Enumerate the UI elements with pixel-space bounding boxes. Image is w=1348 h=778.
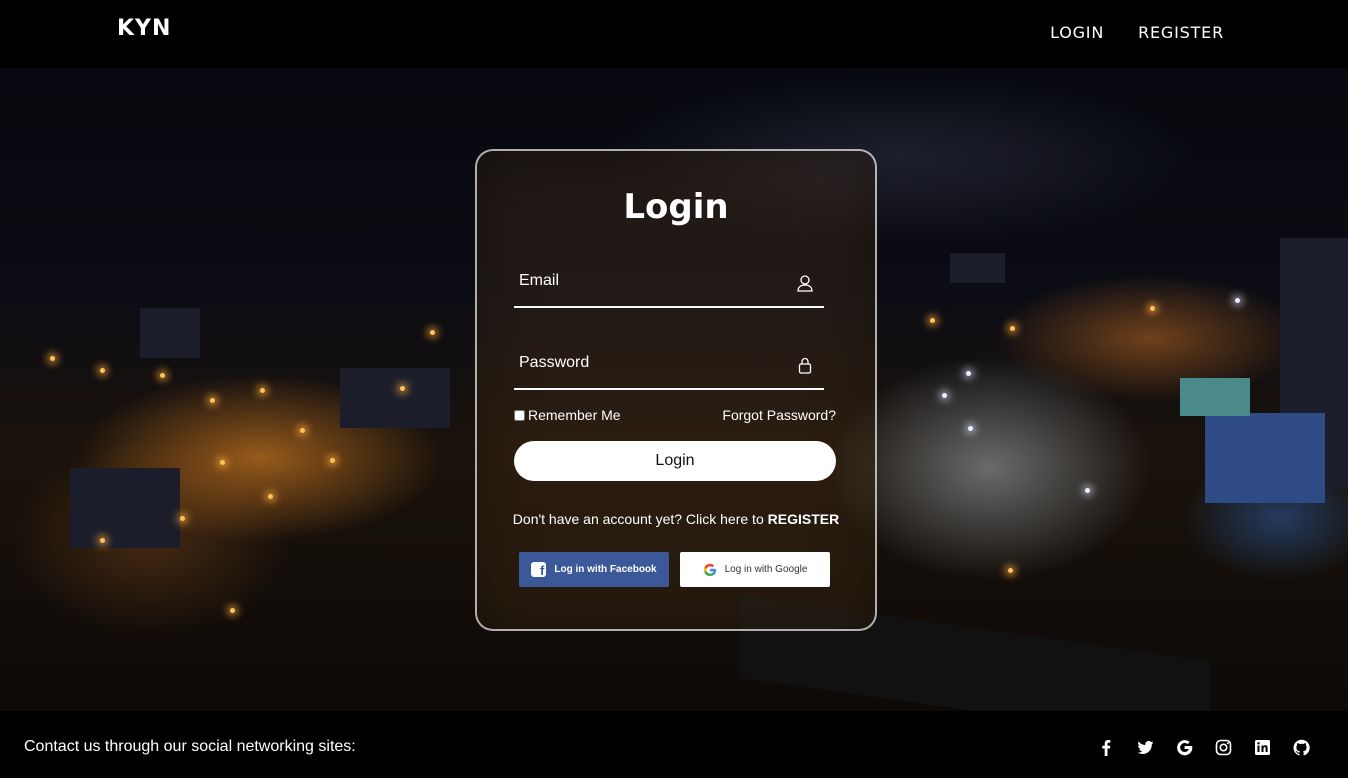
street-light [50,356,55,361]
street-light [430,330,435,335]
facebook-icon[interactable] [1098,739,1115,756]
street-light [1150,306,1155,311]
street-light [1010,326,1015,331]
facebook-login-label: Log in with Facebook [554,564,657,575]
google-login-label: Log in with Google [724,564,808,575]
street-light [330,458,335,463]
remember-me-label: Remember Me [528,407,621,423]
nav-links: LOGIN REGISTER [1050,23,1224,42]
social-links [1098,739,1310,756]
building [1180,378,1250,416]
facebook-login-button[interactable]: f Log in with Facebook [519,552,669,587]
google-login-button[interactable]: Log in with Google [680,552,830,587]
instagram-icon[interactable] [1215,739,1232,756]
nav-login-link[interactable]: LOGIN [1050,23,1104,42]
register-prompt: Don't have an account yet? Click here to… [477,511,875,527]
street-light [1085,488,1090,493]
email-field[interactable]: Email [514,264,824,308]
contact-text: Contact us through our social networking… [24,738,356,755]
login-card: Login Email Password Remember Me Forgot … [475,149,877,631]
top-navbar: KYN LOGIN REGISTER [0,0,1348,68]
remember-me-checkbox[interactable] [514,409,525,421]
street-light [968,426,973,431]
facebook-icon: f [531,562,547,577]
street-light [1008,568,1013,573]
building [140,308,200,358]
street-light [268,494,273,499]
street-light [220,460,225,465]
street-light [300,428,305,433]
login-title: Login [623,187,729,227]
login-submit-button[interactable]: Login [514,441,836,481]
remember-me[interactable]: Remember Me [514,407,621,423]
building [1205,413,1325,503]
user-icon [796,274,814,292]
nav-register-link[interactable]: REGISTER [1138,23,1224,42]
street-light [400,386,405,391]
building [70,468,180,548]
github-icon[interactable] [1293,739,1310,756]
register-prompt-text: Don't have an account yet? Click here to [512,511,764,527]
building [340,368,450,428]
street-light [942,393,947,398]
building [950,253,1005,283]
street-light [100,538,105,543]
forgot-password-link[interactable]: Forgot Password? [722,407,836,423]
google-icon [703,563,717,577]
lock-icon [796,356,814,374]
login-options-row: Remember Me Forgot Password? [514,407,836,425]
password-label: Password [519,354,590,371]
street-light [210,398,215,403]
register-link[interactable]: REGISTER [768,511,840,527]
street-light [930,318,935,323]
password-field[interactable]: Password [514,346,824,390]
footer: Contact us through our social networking… [0,711,1348,778]
brand-logo[interactable]: KYN [117,16,171,41]
street-light [1235,298,1240,303]
street-light [230,608,235,613]
email-label: Email [519,272,560,289]
street-light [260,388,265,393]
street-light [100,368,105,373]
street-light [966,371,971,376]
linkedin-icon[interactable] [1254,739,1271,756]
twitter-icon[interactable] [1137,739,1154,756]
street-light [180,516,185,521]
google-icon[interactable] [1176,739,1193,756]
street-light [160,373,165,378]
